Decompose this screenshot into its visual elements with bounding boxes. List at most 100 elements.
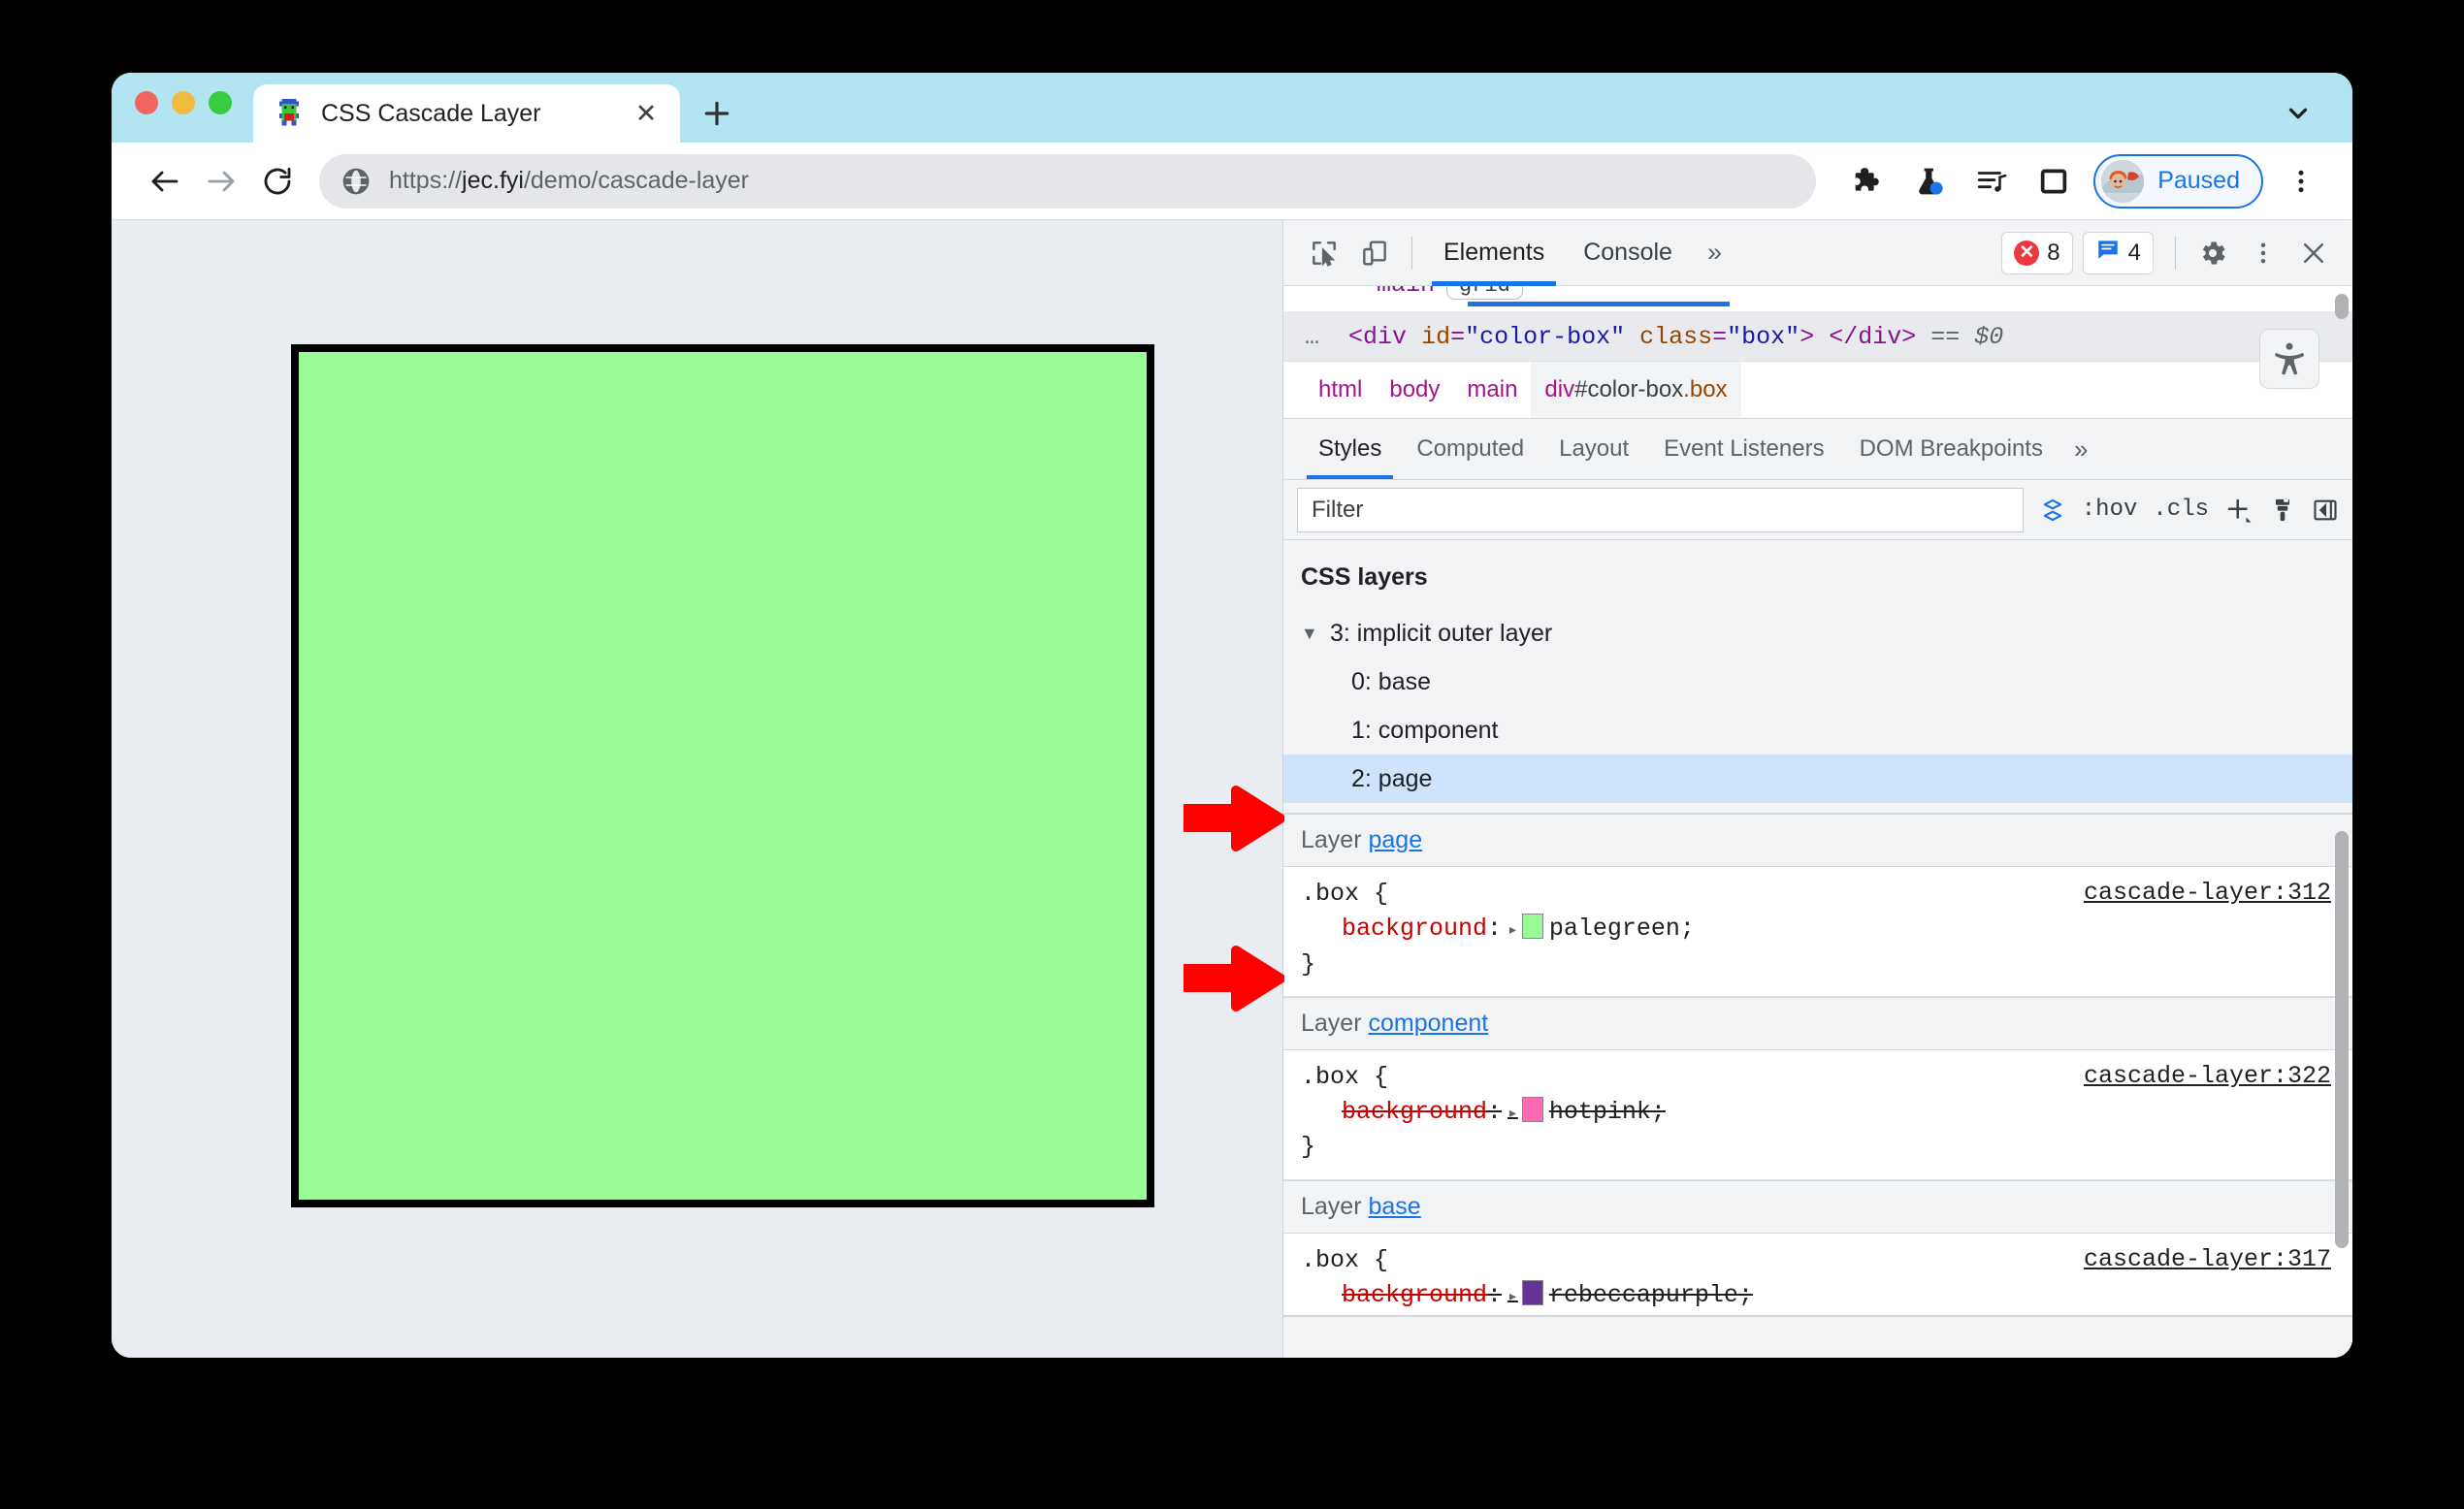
property-name[interactable]: background: [1342, 915, 1487, 943]
layer-prefix-label: Layer: [1301, 1009, 1362, 1037]
property-value[interactable]: palegreen: [1549, 915, 1680, 943]
rule-source-link[interactable]: cascade-layer:317: [2084, 1245, 2331, 1273]
layer-tree-item-page[interactable]: 2: page: [1283, 754, 2352, 803]
css-layers-toggle-icon[interactable]: [2039, 488, 2066, 532]
browser-tab[interactable]: CSS Cascade Layer ✕: [253, 84, 680, 143]
rule-source-link[interactable]: cascade-layer:322: [2084, 1062, 2331, 1090]
error-count-badge[interactable]: ✕ 8: [2001, 231, 2073, 274]
window-maximize-button[interactable]: [209, 91, 232, 114]
new-tab-button[interactable]: [690, 86, 744, 141]
tab-strip: CSS Cascade Layer ✕: [112, 73, 2352, 143]
three-dot-menu-icon[interactable]: [2275, 155, 2327, 208]
cls-button[interactable]: .cls: [2153, 488, 2209, 532]
expand-triangle-icon[interactable]: ▸: [1508, 1288, 1518, 1307]
color-swatch[interactable]: [1521, 914, 1543, 940]
layer-base-rule-header: Layer base: [1283, 1179, 2352, 1234]
rule-closing-brace: }: [1301, 1133, 1316, 1162]
property-name[interactable]: background: [1342, 1098, 1487, 1126]
dom-parent-node-row[interactable]: main grid: [1377, 286, 1523, 300]
rule-component: cascade-layer:322 .box { background: ▸ hot…: [1283, 1049, 2352, 1180]
reload-icon[interactable]: [249, 153, 306, 209]
dom-expand-ellipsis[interactable]: …: [1305, 323, 1321, 351]
rule-declaration-overridden[interactable]: background: ▸ hotpink;: [1301, 1095, 2352, 1130]
layer-tree-item-implicit-outer[interactable]: ▼ 3: implicit outer layer: [1283, 609, 2352, 658]
gear-icon[interactable]: [2188, 228, 2238, 278]
grid-badge[interactable]: grid: [1446, 286, 1523, 300]
new-style-rule-button[interactable]: [2224, 488, 2253, 532]
window-close-button[interactable]: [135, 91, 158, 114]
property-value[interactable]: rebeccapurple: [1549, 1281, 1738, 1309]
styles-tabs-more-icon[interactable]: »: [2060, 434, 2101, 465]
rule-page: cascade-layer:312 .box { background: ▸ pal…: [1283, 867, 2352, 997]
devtools-tab-elements[interactable]: Elements: [1424, 220, 1564, 286]
layer-tree-item-base[interactable]: 0: base: [1283, 658, 2352, 706]
message-count-badge[interactable]: 4: [2082, 231, 2154, 274]
rule-declaration[interactable]: background: ▸ palegreen;: [1301, 912, 2352, 947]
tab-event-listeners[interactable]: Event Listeners: [1646, 419, 1841, 479]
styles-scrollbar[interactable]: [2333, 540, 2351, 1358]
breadcrumb-item-body[interactable]: body: [1376, 362, 1453, 418]
styles-pane: CSS layers ▼ 3: implicit outer layer 0: b…: [1283, 540, 2352, 1358]
globe-icon[interactable]: [340, 166, 372, 197]
tab-dom-breakpoints[interactable]: DOM Breakpoints: [1842, 419, 2060, 479]
forward-arrow-icon[interactable]: [193, 153, 249, 209]
tab-styles[interactable]: Styles: [1301, 419, 1399, 479]
dom-selected-node-row[interactable]: … < div id = "color-box" class = "box" > </div…: [1283, 311, 2352, 361]
breadcrumb: html body main div #color-box .box: [1283, 329, 2352, 419]
rule-declaration-overridden[interactable]: background: ▸ rebeccapurple;: [1301, 1278, 2352, 1313]
layer-base-link[interactable]: base: [1369, 1193, 1421, 1220]
layer-component-link[interactable]: component: [1369, 1010, 1489, 1037]
dom-closing-tag: </div>: [1829, 322, 1917, 351]
layer-component-rule-header: Layer component: [1283, 996, 2352, 1050]
rule-source-link[interactable]: cascade-layer:312: [2084, 879, 2331, 907]
expand-triangle-icon[interactable]: ▸: [1508, 1105, 1518, 1124]
back-arrow-icon[interactable]: [137, 153, 193, 209]
error-icon: ✕: [2014, 240, 2040, 266]
color-swatch[interactable]: [1521, 1097, 1543, 1122]
chevron-down-icon[interactable]: [2281, 96, 2316, 131]
tab-layout[interactable]: Layout: [1541, 419, 1646, 479]
three-dot-menu-icon[interactable]: [2238, 228, 2288, 278]
styles-pane-footer: [1283, 1315, 2352, 1358]
puzzle-piece-icon[interactable]: [1841, 155, 1894, 208]
devtools-tab-console[interactable]: Console: [1564, 220, 1692, 286]
dom-attr-id-value: "color-box": [1465, 322, 1626, 351]
flask-icon[interactable]: [1903, 155, 1956, 208]
expand-triangle-icon[interactable]: ▸: [1508, 921, 1518, 941]
chevron-down-icon[interactable]: ▼: [1301, 624, 1322, 644]
side-panel-icon[interactable]: [2027, 155, 2080, 208]
property-name[interactable]: background: [1342, 1281, 1487, 1309]
playlist-icon[interactable]: [1965, 155, 2018, 208]
window-minimize-button[interactable]: [172, 91, 195, 114]
layer-page-link[interactable]: page: [1369, 826, 1423, 853]
paintbrush-icon[interactable]: [2269, 488, 2296, 532]
breadcrumb-item-html[interactable]: html: [1305, 362, 1376, 418]
hov-button[interactable]: :hov: [2082, 488, 2138, 532]
filter-input[interactable]: [1297, 487, 2024, 532]
address-bar[interactable]: https://jec.fyi/demo/cascade-layer: [319, 153, 1817, 209]
inspect-element-icon[interactable]: [1299, 228, 1349, 278]
styles-scrollbar-thumb[interactable]: [2335, 831, 2349, 1248]
styles-filter-row: :hov .cls: [1283, 480, 2352, 540]
property-value[interactable]: hotpink: [1549, 1098, 1651, 1126]
breadcrumb-item-div-color-box[interactable]: div #color-box .box: [1531, 362, 1741, 418]
layer-tree-item-component[interactable]: 1: component: [1283, 706, 2352, 754]
error-count: 8: [2047, 239, 2060, 266]
close-icon[interactable]: [2288, 228, 2339, 278]
accessibility-icon[interactable]: [2259, 329, 2319, 389]
breadcrumb-item-main[interactable]: main: [1453, 362, 1531, 418]
device-toolbar-icon[interactable]: [1349, 228, 1400, 278]
dom-console-ref: $0: [1974, 322, 2004, 351]
dom-scrollbar-thumb[interactable]: [2335, 294, 2349, 319]
toolbar-divider: [1411, 236, 1412, 270]
browser-content: Elements Console » ✕ 8 4 … < div id = "c…: [112, 220, 2352, 1358]
devtools-topbar: Elements Console » ✕ 8 4: [1283, 220, 2352, 286]
devtools-more-tabs-icon[interactable]: »: [1692, 238, 1737, 268]
css-layers-heading: CSS layers: [1301, 563, 1428, 591]
tab-close-icon[interactable]: ✕: [630, 97, 663, 130]
collapse-sidebar-icon[interactable]: [2312, 488, 2339, 532]
color-swatch[interactable]: [1521, 1279, 1543, 1305]
window-controls: [135, 73, 247, 143]
profile-chip[interactable]: Paused: [2093, 153, 2263, 209]
tab-computed[interactable]: Computed: [1399, 419, 1541, 479]
